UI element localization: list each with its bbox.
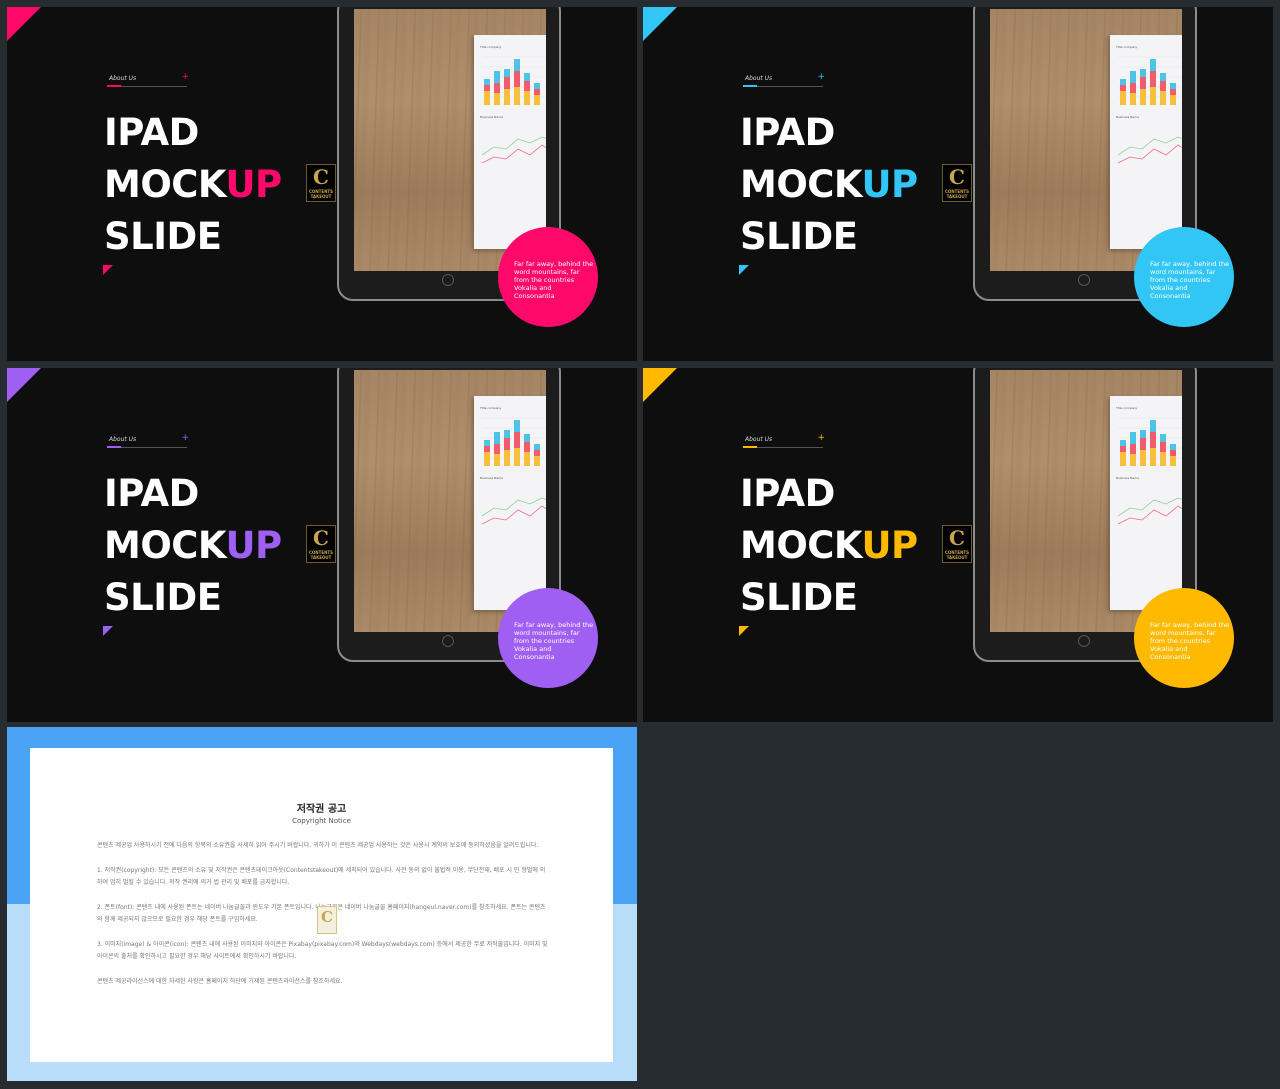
home-button <box>1078 274 1090 286</box>
triangle-accent <box>739 265 749 275</box>
ipad-screen: Title company Business Name <box>990 9 1182 271</box>
corner-accent <box>643 368 677 402</box>
notice-paragraph: 콘텐츠 제공라이선스에 대한 자세한 사항은 홈페이지 하단에 기재된 콘텐츠라… <box>97 977 343 985</box>
report-charts <box>1117 56 1182 164</box>
slide-cyan[interactable]: About Us + IPAD MOCKUP SLIDE C CONTENTS … <box>643 7 1273 361</box>
triangle-accent <box>103 265 113 275</box>
slide-title: IPAD MOCKUP SLIDE <box>740 107 918 263</box>
notice-paragraph: 1. 저작권(copyright): 모든 콘텐츠의 소유 및 저작권은 콘텐츠… <box>97 866 546 887</box>
about-us-text: About Us <box>109 75 137 82</box>
plus-icon: + <box>181 433 189 443</box>
title-line-3: SLIDE <box>104 215 222 258</box>
slide-title: IPAD MOCKUP SLIDE <box>104 107 282 263</box>
title-line-1: IPAD <box>104 472 199 515</box>
home-button <box>442 635 454 647</box>
accent-underline <box>107 85 121 87</box>
title-line-2: MOCKUP <box>104 524 282 567</box>
accent-underline <box>107 446 121 448</box>
home-button <box>1078 635 1090 647</box>
report-charts <box>481 56 546 164</box>
plus-icon: + <box>181 72 189 82</box>
ipad-screen: Title company Business Name <box>354 9 546 271</box>
title-line-1: IPAD <box>104 111 199 154</box>
report-charts <box>1117 417 1182 525</box>
about-us-label: About Us + <box>743 72 825 91</box>
circle-text: Far far away, behind the word mountains,… <box>514 621 594 661</box>
corner-accent <box>643 7 677 41</box>
slide-purple[interactable]: About Us + IPAD MOCKUP SLIDE C CONTENTS … <box>7 368 637 722</box>
corner-accent <box>7 7 41 41</box>
report-paper: Title company Business Name <box>1110 396 1182 610</box>
report-charts <box>481 417 546 525</box>
copyright-notice-slide[interactable]: 저작권 공고 Copyright Notice 콘텐츠 제공업 사용하시기 전에… <box>7 727 637 1081</box>
about-us-label: About Us + <box>107 72 189 91</box>
about-us-label: About Us + <box>107 433 189 452</box>
title-line-3: SLIDE <box>740 576 858 619</box>
notice-paragraph: 3. 이미지(image) & 아이콘(icon): 콘텐츠 내에 사용된 이미… <box>97 940 548 961</box>
triangle-accent <box>103 626 113 636</box>
ipad-screen: Title company Business Name <box>354 370 546 632</box>
contents-takeout-logo: C CONTENTS TAKEOUT <box>942 164 972 202</box>
ipad-screen: Title company Business Name <box>990 370 1182 632</box>
slide-pink[interactable]: About Us + IPAD MOCKUP SLIDE C CONTENTS … <box>7 7 637 361</box>
slide-yellow[interactable]: About Us + IPAD MOCKUP SLIDE C CONTENTS … <box>643 368 1273 722</box>
contents-takeout-logo: C CONTENTS TAKEOUT <box>942 525 972 563</box>
about-us-text: About Us <box>745 75 773 82</box>
notice-paper: 저작권 공고 Copyright Notice 콘텐츠 제공업 사용하시기 전에… <box>30 748 613 1062</box>
home-button <box>442 274 454 286</box>
slide-title: IPAD MOCKUP SLIDE <box>740 468 918 624</box>
circle-text: Far far away, behind the word mountains,… <box>1150 621 1230 661</box>
accent-underline <box>743 85 757 87</box>
contents-takeout-logo: C <box>317 906 337 934</box>
title-line-2: MOCKUP <box>740 163 918 206</box>
title-line-3: SLIDE <box>104 576 222 619</box>
accent-underline <box>743 446 757 448</box>
triangle-accent <box>739 626 749 636</box>
plus-icon: + <box>817 433 825 443</box>
slide-title: IPAD MOCKUP SLIDE <box>104 468 282 624</box>
about-us-text: About Us <box>109 436 137 443</box>
notice-title: 저작권 공고 <box>296 804 347 815</box>
report-paper: Title company Business Name <box>474 396 546 610</box>
notice-subtitle: Copyright Notice <box>292 817 351 825</box>
contents-takeout-logo: C CONTENTS TAKEOUT <box>306 164 336 202</box>
corner-accent <box>7 368 41 402</box>
plus-icon: + <box>817 72 825 82</box>
contents-takeout-logo: C CONTENTS TAKEOUT <box>306 525 336 563</box>
title-line-1: IPAD <box>740 472 835 515</box>
circle-text: Far far away, behind the word mountains,… <box>1150 260 1230 300</box>
report-paper: Title company Business Name <box>1110 35 1182 249</box>
about-us-label: About Us + <box>743 433 825 452</box>
title-line-2: MOCKUP <box>104 163 282 206</box>
report-paper: Title company Business Name <box>474 35 546 249</box>
about-us-text: About Us <box>745 436 773 443</box>
title-line-1: IPAD <box>740 111 835 154</box>
title-line-3: SLIDE <box>740 215 858 258</box>
notice-paragraph: 콘텐츠 제공업 사용하시기 전에 다음의 항목의 소유권을 사세히 읽어 주시기… <box>97 842 539 849</box>
title-line-2: MOCKUP <box>740 524 918 567</box>
circle-text: Far far away, behind the word mountains,… <box>514 260 594 300</box>
